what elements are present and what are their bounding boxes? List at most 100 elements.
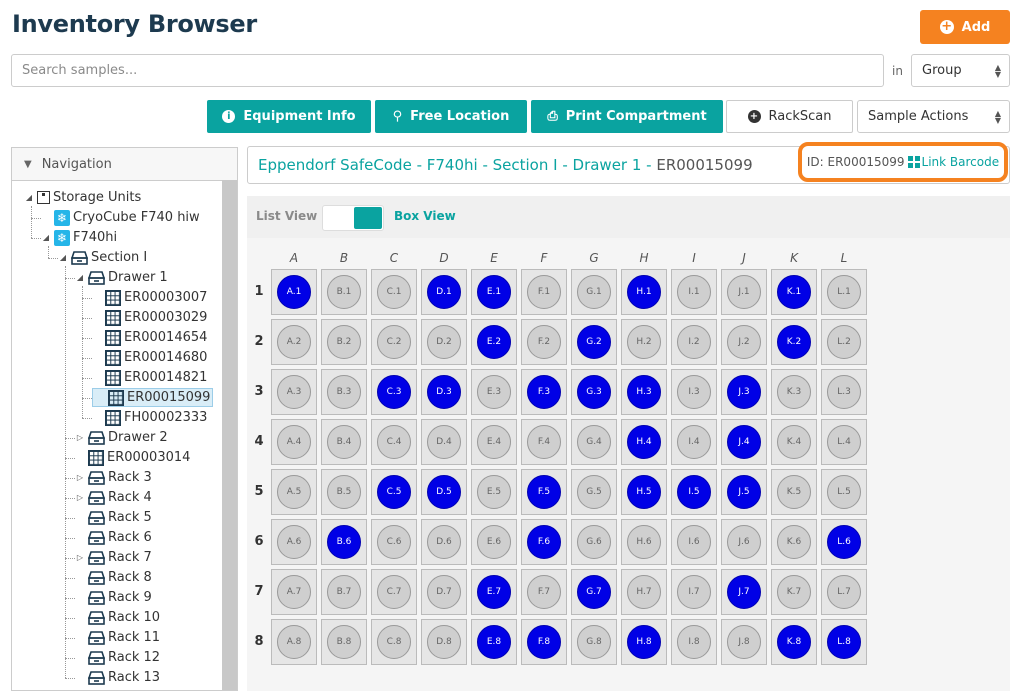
box-position[interactable]: F.5 (521, 469, 567, 515)
box-position[interactable]: H.6 (621, 519, 667, 565)
box-position[interactable]: C.8 (371, 619, 417, 665)
box-position[interactable]: B.3 (321, 369, 367, 415)
collapsed-triangle-icon[interactable]: ▷ (75, 473, 85, 482)
box-position[interactable]: I.4 (671, 419, 717, 465)
search-input[interactable] (11, 54, 884, 87)
box-position[interactable]: C.5 (371, 469, 417, 515)
box-position[interactable]: H.8 (621, 619, 667, 665)
box-position[interactable]: K.6 (771, 519, 817, 565)
box-position[interactable]: H.3 (621, 369, 667, 415)
expanded-triangle-icon[interactable]: ◢ (41, 233, 51, 242)
box-position[interactable]: K.2 (771, 319, 817, 365)
box-position[interactable]: G.8 (571, 619, 617, 665)
expanded-triangle-icon[interactable]: ◢ (58, 253, 68, 262)
tree-node[interactable]: Rack 13 (75, 668, 160, 687)
print-compartment-button[interactable]: ⎙ Print Compartment (531, 100, 723, 133)
tree-scrollbar[interactable] (222, 180, 237, 690)
breadcrumb-link[interactable]: F740hi (427, 156, 478, 174)
free-location-button[interactable]: ⚲ Free Location (375, 100, 527, 133)
collapsed-triangle-icon[interactable]: ▷ (75, 493, 85, 502)
box-position[interactable]: C.4 (371, 419, 417, 465)
box-view-label[interactable]: Box View (394, 209, 456, 223)
box-position[interactable]: E.4 (471, 419, 517, 465)
tree-node[interactable]: ER00014821 (92, 368, 207, 387)
tree-node[interactable]: Rack 5 (75, 508, 152, 527)
box-position[interactable]: L.3 (821, 369, 867, 415)
tree-node[interactable]: Rack 6 (75, 528, 152, 547)
box-position[interactable]: C.3 (371, 369, 417, 415)
box-position[interactable]: F.4 (521, 419, 567, 465)
box-position[interactable]: G.3 (571, 369, 617, 415)
box-position[interactable]: K.4 (771, 419, 817, 465)
search-scope-select[interactable]: Group ▲ ▼ (911, 54, 1010, 87)
box-position[interactable]: D.8 (421, 619, 467, 665)
box-position[interactable]: F.3 (521, 369, 567, 415)
tree-node[interactable]: ▷ Rack 7 (75, 548, 152, 567)
box-position[interactable]: K.8 (771, 619, 817, 665)
list-view-label[interactable]: List View (256, 209, 317, 223)
box-position[interactable]: K.1 (771, 269, 817, 315)
collapsed-triangle-icon[interactable]: ▷ (75, 433, 85, 442)
box-position[interactable]: G.4 (571, 419, 617, 465)
breadcrumb-link[interactable]: Eppendorf SafeCode (258, 156, 412, 174)
box-position[interactable]: L.5 (821, 469, 867, 515)
box-position[interactable]: K.7 (771, 569, 817, 615)
box-position[interactable]: F.1 (521, 269, 567, 315)
box-position[interactable]: J.1 (721, 269, 767, 315)
box-position[interactable]: D.5 (421, 469, 467, 515)
collapsed-triangle-icon[interactable]: ▷ (75, 553, 85, 562)
box-position[interactable]: A.5 (271, 469, 317, 515)
box-position[interactable]: L.1 (821, 269, 867, 315)
box-position[interactable]: D.6 (421, 519, 467, 565)
box-position[interactable]: I.6 (671, 519, 717, 565)
tree-node[interactable]: ❄ CryoCube F740 hiw (41, 208, 200, 227)
box-position[interactable]: J.6 (721, 519, 767, 565)
box-position[interactable]: E.3 (471, 369, 517, 415)
box-position[interactable]: D.3 (421, 369, 467, 415)
tree-node[interactable]: ER00003014 (75, 448, 190, 467)
box-position[interactable]: J.5 (721, 469, 767, 515)
tree-node[interactable]: ◢ Drawer 1 (75, 268, 168, 287)
sample-actions-select[interactable]: Sample Actions ▲ ▼ (857, 100, 1010, 133)
box-position[interactable]: F.7 (521, 569, 567, 615)
tree-node[interactable]: ER00015099 (92, 388, 214, 407)
tree-node[interactable]: ER00003007 (92, 288, 207, 307)
box-position[interactable]: F.2 (521, 319, 567, 365)
box-position[interactable]: I.3 (671, 369, 717, 415)
tree-node[interactable]: ▷ Rack 4 (75, 488, 152, 507)
box-position[interactable]: B.5 (321, 469, 367, 515)
tree-node[interactable]: ◢ Storage Units (24, 188, 141, 207)
link-barcode-link[interactable]: Link Barcode (907, 155, 999, 169)
tree-node[interactable]: Rack 8 (75, 568, 152, 587)
breadcrumb-link[interactable]: Drawer 1 (573, 156, 642, 174)
box-position[interactable]: G.5 (571, 469, 617, 515)
box-position[interactable]: G.6 (571, 519, 617, 565)
box-position[interactable]: L.4 (821, 419, 867, 465)
box-position[interactable]: B.2 (321, 319, 367, 365)
box-position[interactable]: B.1 (321, 269, 367, 315)
box-position[interactable]: B.8 (321, 619, 367, 665)
box-position[interactable]: F.6 (521, 519, 567, 565)
box-position[interactable]: I.8 (671, 619, 717, 665)
box-position[interactable]: H.7 (621, 569, 667, 615)
box-position[interactable]: C.1 (371, 269, 417, 315)
box-position[interactable]: A.8 (271, 619, 317, 665)
box-position[interactable]: C.2 (371, 319, 417, 365)
box-position[interactable]: H.5 (621, 469, 667, 515)
box-position[interactable]: A.1 (271, 269, 317, 315)
tree-node[interactable]: ER00014654 (92, 328, 207, 347)
rackscan-button[interactable]: + RackScan (726, 100, 853, 133)
box-position[interactable]: L.2 (821, 319, 867, 365)
tree-node[interactable]: ▷ Rack 3 (75, 468, 152, 487)
box-position[interactable]: A.4 (271, 419, 317, 465)
tree-node[interactable]: FH00002333 (92, 408, 207, 427)
box-position[interactable]: A.6 (271, 519, 317, 565)
box-position[interactable]: H.1 (621, 269, 667, 315)
expanded-triangle-icon[interactable]: ◢ (24, 193, 34, 202)
box-position[interactable]: E.6 (471, 519, 517, 565)
box-position[interactable]: B.7 (321, 569, 367, 615)
box-position[interactable]: B.6 (321, 519, 367, 565)
box-position[interactable]: L.8 (821, 619, 867, 665)
box-position[interactable]: I.2 (671, 319, 717, 365)
box-position[interactable]: J.4 (721, 419, 767, 465)
